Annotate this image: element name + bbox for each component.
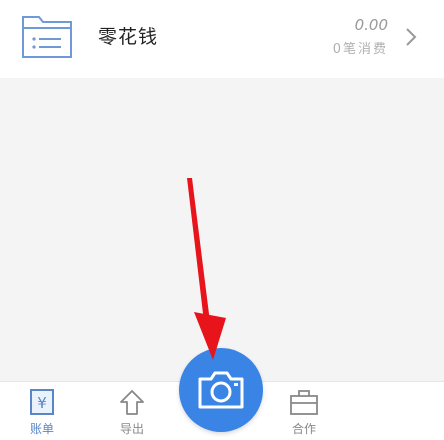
svg-text:¥: ¥: [37, 394, 47, 412]
camera-icon: [198, 371, 244, 409]
tab-bills-label: 账单: [29, 422, 54, 436]
folder-list-icon: [22, 16, 72, 58]
tab-book[interactable]: 合作: [286, 382, 322, 440]
bill-yen-icon: ¥: [30, 389, 54, 415]
category-amount: 0.00: [354, 16, 388, 34]
camera-button[interactable]: [179, 348, 263, 432]
category-row[interactable]: 零花钱 0.00 0笔消费: [0, 0, 444, 78]
chevron-right-icon: [406, 28, 417, 46]
category-name: 零花钱: [98, 26, 159, 48]
tab-export[interactable]: 导出: [107, 382, 157, 440]
category-count: 0笔消费: [332, 42, 388, 57]
briefcase-icon: [290, 390, 318, 415]
export-upload-icon: [120, 390, 144, 415]
tab-bills[interactable]: ¥ 账单: [17, 382, 67, 440]
tab-export-label: 导出: [119, 422, 144, 436]
tab-book-label: 合作: [291, 422, 316, 436]
